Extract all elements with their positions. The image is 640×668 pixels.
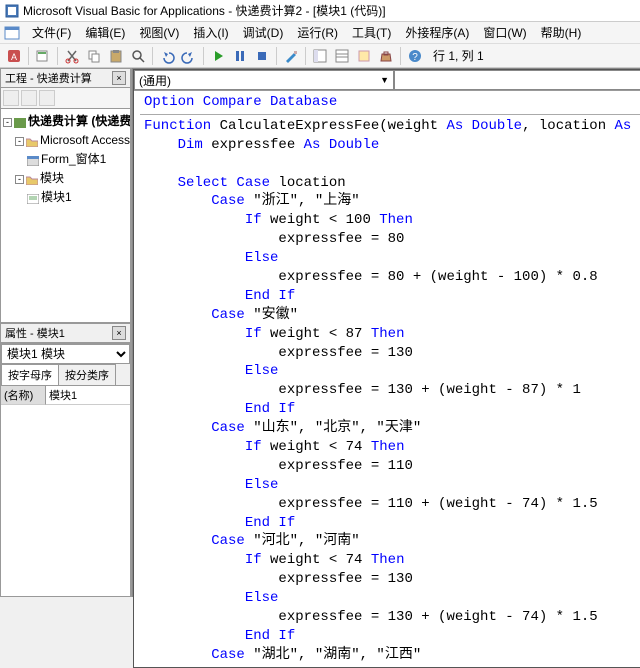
find-icon[interactable] <box>128 46 148 66</box>
object-combo[interactable]: (通用)▼ <box>134 70 394 90</box>
redo-icon[interactable] <box>179 46 199 66</box>
object-browser-icon[interactable] <box>354 46 374 66</box>
code-window: (通用)▼ ▼ Option Compare Database Function… <box>133 69 640 668</box>
toggle-folders-icon[interactable] <box>39 90 55 106</box>
mdi-sys-icon[interactable] <box>4 25 20 41</box>
project-explorer-icon[interactable] <box>310 46 330 66</box>
view-code-icon[interactable] <box>3 90 19 106</box>
code-editor[interactable]: Option Compare Database Function Calcula… <box>134 91 640 667</box>
window-title: Microsoft Visual Basic for Applications … <box>23 2 386 19</box>
view-access-icon[interactable]: A <box>4 46 24 66</box>
menu-help[interactable]: 帮助(H) <box>535 22 588 43</box>
menu-window[interactable]: 窗口(W) <box>477 22 532 43</box>
break-icon[interactable] <box>230 46 250 66</box>
reset-icon[interactable] <box>252 46 272 66</box>
menu-edit[interactable]: 编辑(E) <box>79 22 131 43</box>
toolbar: A ? 行 1, 列 1 <box>0 44 640 68</box>
properties-grid[interactable]: (名称) 模块1 <box>1 386 130 596</box>
properties-object-combo[interactable]: 模块1 模块 <box>1 344 130 364</box>
insert-module-icon[interactable] <box>33 46 53 66</box>
chevron-down-icon: ▼ <box>380 75 389 85</box>
project-toolbar <box>0 88 131 108</box>
prop-value[interactable]: 模块1 <box>46 386 130 405</box>
toolbar-sep <box>28 47 29 65</box>
tab-alphabetic[interactable]: 按字母序 <box>1 364 59 385</box>
copy-icon[interactable] <box>84 46 104 66</box>
design-mode-icon[interactable] <box>281 46 301 66</box>
view-object-icon[interactable] <box>21 90 37 106</box>
toolbar-sep <box>203 47 204 65</box>
procedure-combo[interactable]: ▼ <box>394 70 640 90</box>
toolbar-sep <box>276 47 277 65</box>
cut-icon[interactable] <box>62 46 82 66</box>
menu-tools[interactable]: 工具(T) <box>346 22 397 43</box>
app-icon <box>5 4 19 18</box>
toolbar-sep <box>305 47 306 65</box>
menu-file[interactable]: 文件(F) <box>26 22 77 43</box>
tree-module1[interactable]: 模块1 <box>3 187 128 206</box>
panel-close-icon[interactable]: × <box>112 326 126 340</box>
menu-addins[interactable]: 外接程序(A) <box>399 22 475 43</box>
project-panel-title: 工程 - 快递费计算 <box>5 70 92 86</box>
prop-key: (名称) <box>1 386 46 405</box>
tree-root[interactable]: -快递费计算 (快递费计… <box>3 111 128 130</box>
toolbar-sep <box>57 47 58 65</box>
tab-categorized[interactable]: 按分类序 <box>58 364 116 385</box>
tree-class-folder[interactable]: -Microsoft Access 类 <box>3 130 128 149</box>
menu-bar: 文件(F) 编辑(E) 视图(V) 插入(I) 调试(D) 运行(R) 工具(T… <box>0 22 640 44</box>
svg-text:A: A <box>11 52 17 62</box>
project-tree[interactable]: -快递费计算 (快递费计… -Microsoft Access 类 Form_窗… <box>0 108 131 323</box>
paste-icon[interactable] <box>106 46 126 66</box>
toolbar-sep <box>400 47 401 65</box>
menu-insert[interactable]: 插入(I) <box>187 22 234 43</box>
tree-modules-folder[interactable]: -模块 <box>3 168 128 187</box>
properties-window-icon[interactable] <box>332 46 352 66</box>
undo-icon[interactable] <box>157 46 177 66</box>
toolbar-sep <box>152 47 153 65</box>
cursor-position: 行 1, 列 1 <box>433 47 484 64</box>
panel-close-icon[interactable]: × <box>112 71 126 85</box>
title-bar: Microsoft Visual Basic for Applications … <box>0 0 640 22</box>
left-pane: 工程 - 快递费计算 × -快递费计算 (快递费计… -Microsoft Ac… <box>0 68 132 597</box>
properties-panel-title: 属性 - 模块1 <box>5 325 65 341</box>
menu-run[interactable]: 运行(R) <box>291 22 344 43</box>
run-icon[interactable] <box>208 46 228 66</box>
prop-row-name[interactable]: (名称) 模块1 <box>1 386 130 405</box>
svg-text:?: ? <box>412 52 418 63</box>
menu-view[interactable]: 视图(V) <box>133 22 185 43</box>
toolbox-icon[interactable] <box>376 46 396 66</box>
project-panel-header: 工程 - 快递费计算 × <box>0 68 131 88</box>
menu-debug[interactable]: 调试(D) <box>237 22 290 43</box>
code-pane: (通用)▼ ▼ Option Compare Database Function… <box>132 68 640 597</box>
tree-form[interactable]: Form_窗体1 <box>3 149 128 168</box>
properties-panel: 模块1 模块 按字母序 按分类序 (名称) 模块1 <box>0 343 131 597</box>
properties-panel-header: 属性 - 模块1 × <box>0 323 131 343</box>
help-icon[interactable]: ? <box>405 46 425 66</box>
